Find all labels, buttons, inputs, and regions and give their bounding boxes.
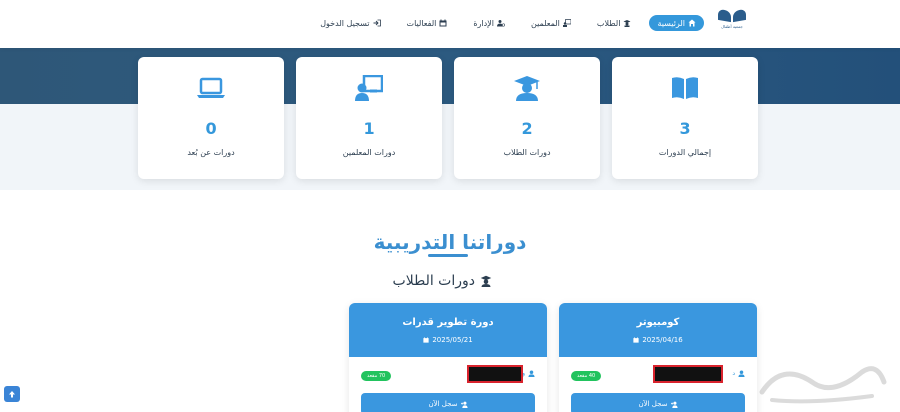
stat-value: 1	[363, 119, 375, 138]
calendar-icon	[439, 19, 447, 27]
graduate-icon	[514, 76, 540, 101]
user-icon	[738, 370, 745, 377]
stat-label: دورات المعلمين	[342, 148, 396, 157]
sign-in-icon	[373, 19, 381, 27]
user-icon	[528, 370, 535, 377]
section-title: دوراتنا التدريبية	[373, 230, 527, 254]
seats-badge: 40 مقعد	[571, 371, 602, 381]
scroll-to-top-button[interactable]	[4, 386, 20, 402]
laptop-icon	[197, 77, 225, 98]
course-meta: و 70 مقعد	[349, 357, 547, 393]
main-nav: الرئيسية الطلاب المعلمين الإدارة الفعالي…	[302, 15, 704, 31]
course-date: 2025/05/21	[423, 336, 473, 344]
nav-students[interactable]: الطلاب	[589, 15, 640, 31]
nav-teachers-label: المعلمين	[530, 18, 560, 28]
course-header: دورة تطوير قدرات 2025/05/21	[349, 303, 547, 357]
enroll-label: سجل الآن	[428, 400, 458, 408]
nav-events-label: الفعاليات	[406, 18, 437, 28]
nav-teachers[interactable]: المعلمين	[523, 15, 579, 31]
user-plus-icon	[670, 401, 678, 408]
course-instructor: د	[732, 370, 745, 377]
chalkboard-teacher-icon	[355, 75, 383, 101]
nav-home[interactable]: الرئيسية	[649, 15, 704, 31]
home-icon	[688, 19, 696, 27]
course-card: كومبيوتر 2025/04/16 د 40 مقعد سجل الآن	[559, 303, 757, 412]
nav-students-label: الطلاب	[596, 18, 621, 28]
enroll-button[interactable]: سجل الآن	[571, 393, 745, 412]
users-gear-icon	[496, 20, 505, 27]
book-logo-icon	[718, 8, 746, 22]
stat-card-teacher-courses: 1 دورات المعلمين	[296, 57, 442, 179]
redacted-instructor-name	[653, 365, 723, 383]
arrow-up-icon	[9, 391, 15, 398]
course-meta: د 40 مقعد	[559, 357, 757, 393]
course-name: دورة تطوير قدرات	[402, 317, 494, 328]
nav-events[interactable]: الفعاليات	[399, 15, 456, 31]
course-date-text: 2025/04/16	[642, 336, 683, 344]
stat-card-student-courses: 2 دورات الطلاب	[454, 57, 600, 179]
stat-label: إجمالي الدورات	[658, 148, 712, 157]
nav-admin[interactable]: الإدارة	[465, 15, 513, 31]
stat-card-remote-courses: 0 دورات عن بُعد	[138, 57, 284, 179]
course-date-text: 2025/05/21	[432, 336, 473, 344]
subsection-heading: دورات الطلاب	[393, 273, 492, 289]
top-navbar: جمعية أطفال الرئيسية الطلاب المعلمين الإ…	[0, 0, 900, 48]
watermark-logo	[759, 366, 887, 404]
course-header: كومبيوتر 2025/04/16	[559, 303, 757, 357]
book-open-icon	[672, 77, 698, 99]
stat-value: 0	[205, 119, 217, 138]
course-card: دورة تطوير قدرات 2025/05/21 و 70 مقعد سج…	[349, 303, 547, 412]
stat-value: 2	[521, 119, 533, 138]
site-logo[interactable]: جمعية أطفال	[714, 8, 750, 38]
stats-row: 3 إجمالي الدورات 2 دورات الطلاب 1 دورات …	[138, 57, 758, 179]
nav-login[interactable]: تسجيل الدخول	[312, 15, 388, 31]
course-date: 2025/04/16	[633, 336, 683, 344]
redacted-instructor-name	[467, 365, 523, 383]
user-plus-icon	[460, 401, 468, 408]
subsection-title: دورات الطلاب	[392, 273, 475, 289]
course-instructor: و	[522, 370, 535, 377]
stat-value: 3	[679, 119, 691, 138]
course-name: كومبيوتر	[636, 317, 680, 328]
stat-label: دورات عن بُعد	[187, 148, 235, 157]
stat-label: دورات الطلاب	[503, 148, 551, 157]
graduate-icon	[480, 275, 492, 287]
nav-home-label: الرئيسية	[657, 18, 685, 28]
calendar-icon	[423, 337, 429, 343]
teacher-icon	[562, 19, 571, 27]
nav-admin-label: الإدارة	[473, 18, 494, 28]
enroll-label: سجل الآن	[638, 400, 668, 408]
stat-card-total-courses: 3 إجمالي الدورات	[612, 57, 758, 179]
graduate-icon	[623, 20, 631, 27]
calendar-icon	[633, 337, 639, 343]
title-underline	[428, 254, 468, 257]
seats-badge: 70 مقعد	[361, 371, 392, 381]
nav-login-label: تسجيل الدخول	[320, 18, 370, 28]
instructor-name: د	[732, 370, 735, 377]
enroll-button[interactable]: سجل الآن	[361, 393, 535, 412]
logo-text: جمعية أطفال	[721, 24, 743, 29]
